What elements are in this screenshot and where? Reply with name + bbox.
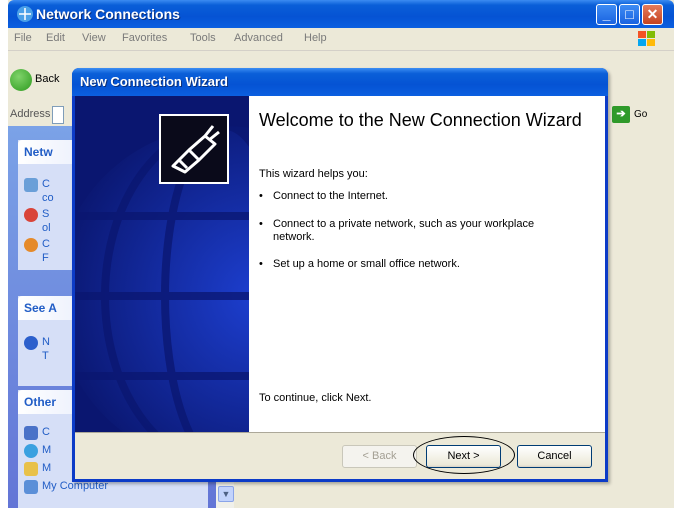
menu-favorites[interactable]: Favorites (122, 32, 167, 44)
my-documents-icon (24, 462, 38, 476)
task-item[interactable]: F (42, 252, 49, 264)
control-panel-icon (24, 426, 38, 440)
task-item[interactable]: co (42, 192, 54, 204)
window-titlebar[interactable]: Network Connections _ □ ✕ (8, 0, 674, 28)
task-item[interactable]: S (42, 208, 49, 220)
wizard-title: New Connection Wizard (80, 74, 228, 89)
go-arrow-icon[interactable]: ➔ (612, 106, 630, 123)
wizard-side-art (75, 96, 249, 432)
menu-file[interactable]: File (14, 32, 32, 44)
footer-divider (75, 432, 605, 433)
menu-view[interactable]: View (82, 32, 106, 44)
back-arrow-icon[interactable] (10, 69, 32, 91)
other-place-item[interactable]: C (42, 426, 50, 438)
network-places-icon (24, 444, 38, 458)
menu-advanced[interactable]: Advanced (234, 32, 283, 44)
wizard-heading: Welcome to the New Connection Wizard (259, 110, 582, 130)
windows-flag-icon (638, 31, 655, 46)
continue-instruction: To continue, click Next. (259, 392, 372, 404)
see-also-item[interactable]: T (42, 350, 49, 362)
minimize-button[interactable]: _ (596, 4, 617, 25)
address-label: Address (10, 108, 51, 120)
wizard-intro: This wizard helps you: (259, 168, 368, 180)
wizard-body: Welcome to the New Connection Wizard Thi… (75, 96, 605, 479)
close-button[interactable]: ✕ (642, 4, 663, 25)
task-item[interactable]: C (42, 238, 50, 250)
wizard-content: Welcome to the New Connection Wizard Thi… (249, 96, 605, 432)
menu-help[interactable]: Help (304, 32, 327, 44)
my-computer-icon (24, 480, 38, 494)
menu-tools[interactable]: Tools (190, 32, 216, 44)
other-place-item[interactable]: M (42, 444, 51, 456)
window-title: Network Connections (36, 6, 180, 22)
wizard-titlebar[interactable]: New Connection Wizard (72, 68, 608, 96)
create-connection-icon (24, 178, 38, 192)
task-item[interactable]: C (42, 178, 50, 190)
address-input[interactable] (52, 106, 64, 124)
network-connections-icon (17, 6, 33, 22)
other-place-item[interactable]: M (42, 462, 51, 474)
info-icon (24, 336, 38, 350)
next-button-highlight-circle (413, 436, 515, 474)
back-button[interactable]: < Back (342, 445, 417, 468)
firewall-icon (24, 238, 38, 252)
new-connection-wizard-dialog: New Connection Wizard Welcome to the New… (72, 68, 608, 482)
setup-network-icon (24, 208, 38, 222)
bullet-text: Connect to a private network, such as yo… (273, 218, 535, 243)
menu-bar: File Edit View Favorites Tools Advanced … (8, 28, 674, 51)
maximize-button[interactable]: □ (619, 4, 640, 25)
bullet-text: Set up a home or small office network. (273, 258, 460, 270)
cancel-button[interactable]: Cancel (517, 445, 592, 468)
network-cable-icon (159, 114, 229, 184)
go-button-label[interactable]: Go (634, 109, 647, 120)
scroll-down-icon[interactable]: ▼ (218, 486, 234, 502)
task-item[interactable]: ol (42, 222, 51, 234)
bullet-text: Connect to the Internet. (273, 190, 388, 202)
menu-edit[interactable]: Edit (46, 32, 65, 44)
back-button-label[interactable]: Back (35, 73, 59, 85)
see-also-item[interactable]: N (42, 336, 50, 348)
